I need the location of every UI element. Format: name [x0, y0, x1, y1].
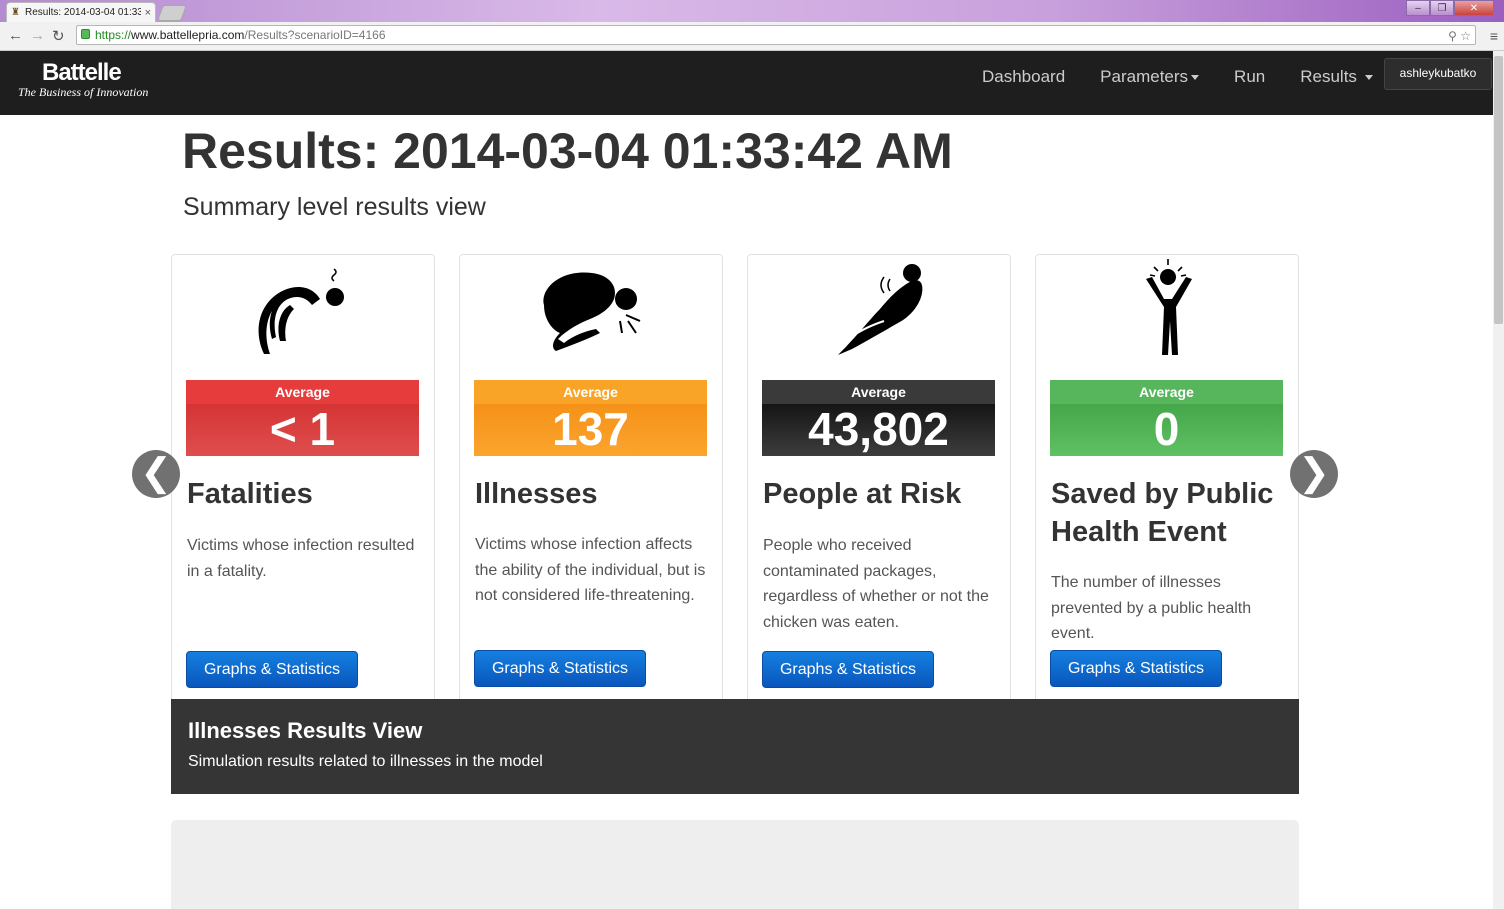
card-description: People who received contaminated package… [763, 537, 989, 631]
saved-figure-icon [1146, 259, 1192, 355]
tab-title: Results: 2014-03-04 01:33:4 [25, 7, 141, 18]
badge-label: Average [1050, 380, 1283, 404]
url-scheme: https:// [95, 28, 132, 42]
badge-label: Average [186, 380, 419, 404]
fatality-figure-icon [258, 268, 344, 354]
saved-value: 0 [1050, 404, 1283, 456]
card-fatalities: Average < 1 Fatalities Victims whose inf… [171, 254, 435, 755]
saved-badge: Average 0 [1050, 380, 1283, 456]
url-path: /Results?scenarioID=4166 [244, 28, 386, 42]
minimize-button[interactable]: – [1406, 0, 1430, 16]
new-tab-button[interactable] [157, 5, 187, 21]
chevron-down-icon [1191, 75, 1200, 81]
badge-label: Average [474, 380, 707, 404]
lock-icon [81, 29, 90, 39]
card-title: Saved by Public Health Event [1051, 478, 1274, 548]
forward-icon[interactable]: → [30, 27, 45, 44]
nav-parameters-label: Parameters [1100, 67, 1189, 86]
illnesses-value: 137 [474, 404, 707, 456]
app-navbar: Battelle The Business of Innovation Dash… [0, 51, 1493, 115]
card-description: The number of illnesses prevented by a p… [1051, 574, 1252, 642]
content-panel [171, 820, 1299, 909]
nav-links: Dashboard Parameters Run Results [982, 67, 1408, 87]
nav-parameters[interactable]: Parameters [1100, 67, 1200, 87]
scrollbar-thumb[interactable] [1494, 56, 1503, 324]
browser-menu-icon[interactable]: ≡ [1490, 28, 1498, 44]
carousel-caption: Illnesses Results View Simulation result… [171, 699, 1299, 794]
close-window-button[interactable]: ✕ [1454, 0, 1494, 16]
card-description: Victims whose infection affects the abil… [475, 536, 706, 604]
nav-dashboard[interactable]: Dashboard [982, 67, 1065, 87]
graphs-statistics-button[interactable]: Graphs & Statistics [1050, 650, 1222, 687]
fatalities-badge: Average < 1 [186, 380, 419, 456]
caption-title: Illnesses Results View [188, 718, 423, 743]
card-description: Victims whose infection resulted in a fa… [187, 537, 415, 580]
url-input[interactable]: https://www.battellepria.com/Results?sce… [76, 25, 1476, 45]
tab-close-icon[interactable]: × [145, 7, 151, 19]
brand-logo[interactable]: Battelle The Business of Innovation [18, 59, 148, 100]
caption-text: Simulation results related to illnesses … [188, 753, 543, 770]
ill-figure-icon [543, 272, 641, 351]
maximize-button[interactable]: ❐ [1430, 0, 1454, 16]
brand-name: Battelle [42, 59, 122, 86]
carousel-next-icon[interactable]: ❯ [1290, 450, 1338, 498]
chevron-down-icon [1364, 75, 1373, 81]
graphs-statistics-button[interactable]: Graphs & Statistics [186, 651, 358, 688]
nav-results[interactable]: Results [1300, 67, 1373, 87]
graphs-statistics-button[interactable]: Graphs & Statistics [762, 651, 934, 688]
back-icon[interactable]: ← [8, 27, 23, 44]
url-host: www.battellepria.com [131, 28, 245, 42]
card-saved-by-public-health-event: Average 0 Saved by Public Health Event T… [1035, 254, 1299, 755]
bookmark-star-icon[interactable]: ⚲ ☆ [1448, 27, 1471, 45]
card-title: Illnesses [475, 478, 598, 510]
card-people-at-risk: Average 43,802 People at Risk People who… [747, 254, 1011, 755]
people-at-risk-value: 43,802 [762, 404, 995, 456]
page-subtitle: Summary level results view [183, 193, 486, 221]
reload-icon[interactable]: ↻ [52, 27, 65, 45]
nav-results-label: Results [1300, 67, 1357, 86]
page-title: Results: 2014-03-04 01:33:42 AM [182, 123, 953, 179]
window-controls: – ❐ ✕ [1406, 0, 1494, 16]
illnesses-badge: Average 137 [474, 380, 707, 456]
brand-tagline: The Business of Innovation [18, 85, 149, 99]
card-illnesses: Average 137 Illnesses Victims whose infe… [459, 254, 723, 755]
address-bar: ← → ↻ https://www.battellepria.com/Resul… [0, 22, 1504, 51]
graphs-statistics-button[interactable]: Graphs & Statistics [474, 650, 646, 687]
at-risk-figure-icon [838, 264, 923, 355]
nav-run[interactable]: Run [1234, 67, 1265, 87]
favicon-icon: ♜ [11, 6, 20, 18]
browser-tab[interactable]: ♜ Results: 2014-03-04 01:33:4 × [6, 2, 156, 22]
card-title: Fatalities [187, 478, 313, 510]
fatalities-value: < 1 [186, 404, 419, 456]
carousel-prev-icon[interactable]: ❮ [132, 450, 180, 498]
user-menu-button[interactable]: ashleykubatko [1384, 58, 1492, 90]
browser-titlebar: ♜ Results: 2014-03-04 01:33:4 × – ❐ ✕ [0, 0, 1504, 22]
people-at-risk-badge: Average 43,802 [762, 380, 995, 456]
badge-label: Average [762, 380, 995, 404]
card-title: People at Risk [763, 478, 962, 510]
